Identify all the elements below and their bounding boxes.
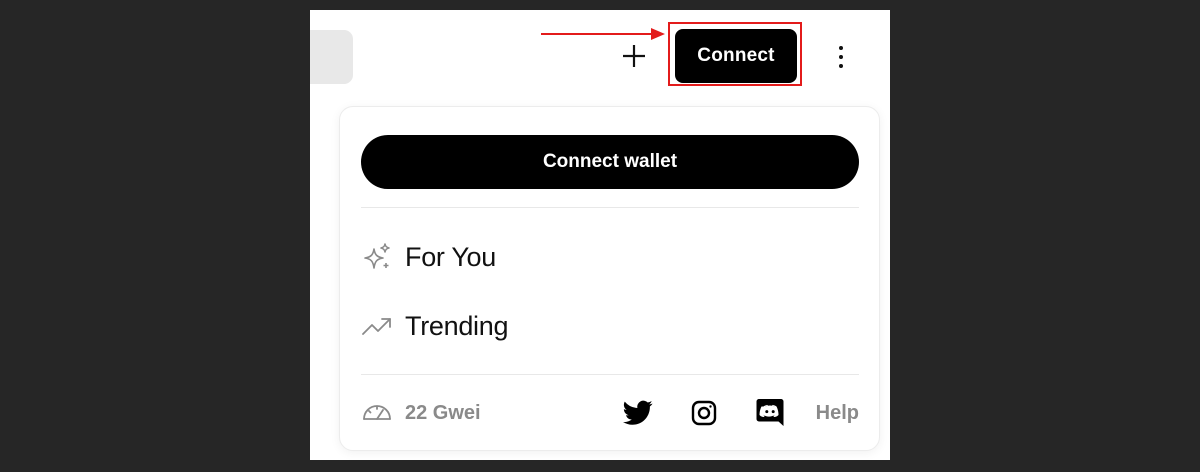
menu-item-label: For You: [405, 241, 496, 272]
search-bar[interactable]: [310, 30, 353, 84]
help-link[interactable]: Help: [816, 395, 859, 431]
trending-up-icon: [361, 310, 393, 342]
discord-icon[interactable]: [754, 397, 786, 429]
more-vertical-icon[interactable]: [831, 43, 851, 71]
menu-item-trending[interactable]: Trending: [361, 306, 661, 346]
connect-button[interactable]: Connect: [675, 29, 797, 83]
connect-wallet-button[interactable]: Connect wallet: [361, 135, 859, 189]
app-window: Connect Connect wallet For You Trending …: [310, 10, 890, 460]
annotation-arrow: [541, 28, 665, 40]
gas-price: 22 Gwei: [361, 395, 481, 431]
menu-footer: 22 Gwei Help: [361, 395, 859, 431]
account-menu: Connect wallet For You Trending 22 Gwei …: [339, 106, 880, 451]
menu-divider: [361, 207, 859, 208]
menu-item-label: Trending: [405, 310, 509, 341]
instagram-icon[interactable]: [688, 397, 720, 429]
sparkles-icon: [361, 241, 393, 273]
gas-price-label: 22 Gwei: [405, 401, 481, 424]
plus-icon[interactable]: [621, 43, 647, 69]
menu-divider: [361, 374, 859, 375]
gauge-icon: [361, 399, 393, 428]
twitter-icon[interactable]: [622, 397, 654, 429]
menu-item-for-you[interactable]: For You: [361, 237, 661, 277]
